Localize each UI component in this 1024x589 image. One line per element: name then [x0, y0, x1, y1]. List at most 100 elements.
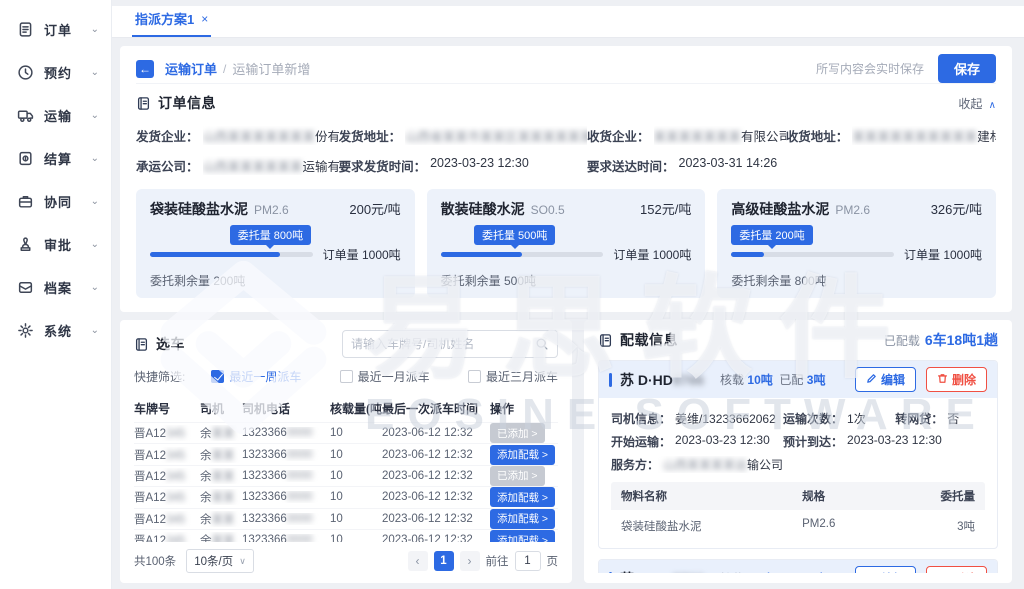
prev-page-button[interactable]: ‹: [408, 551, 428, 571]
pagination: ‹ 1 › 前往 页: [408, 551, 559, 571]
product-name: 袋装硅酸盐水泥: [150, 199, 248, 219]
entrust-badge: 委托量 500吨: [474, 225, 555, 245]
sidebar-item-system[interactable]: 系统 ⌄: [0, 309, 111, 352]
edit-button[interactable]: 编辑: [855, 367, 916, 392]
checkbox-icon[interactable]: [211, 370, 224, 383]
vehicle-search-input[interactable]: [351, 337, 535, 351]
already-added-button[interactable]: 已添加 >: [490, 423, 545, 443]
add-load-button[interactable]: 添加配载 >: [490, 509, 555, 529]
vehicle-table-header: 车牌号司机司机电话核载量(吨)最后一次派车时间操作: [134, 394, 558, 422]
load-card-0: 苏 D·HD8766 核载 10吨 已配 3吨 编辑 删除 司机信息：姜维/13…: [598, 360, 998, 549]
add-load-button[interactable]: 添加配载 >: [490, 530, 555, 542]
filter-checkbox-0[interactable]: 最近一周派车: [211, 368, 301, 385]
document-icon: [136, 96, 151, 111]
sidebar-item-booking[interactable]: 预约 ⌄: [0, 51, 111, 94]
sidebar-item-order[interactable]: 订单 ⌄: [0, 8, 111, 51]
redacted-text: 345: [166, 428, 185, 440]
page-size-select[interactable]: 10条/页 ∨: [186, 549, 254, 573]
load-card-1: 苏 D·HD8766 核载 10吨 已配 3吨 编辑 删除 司机信息：姜维/13…: [598, 559, 998, 573]
tab-close-icon[interactable]: ×: [201, 12, 208, 26]
driver-info: 司机信息：姜维/13233662062: [611, 410, 783, 427]
delete-button[interactable]: 删除: [926, 566, 987, 573]
gear-icon: [17, 322, 34, 339]
edit-button[interactable]: 编辑: [855, 566, 916, 573]
order-field-0: 发货企业： 山西某某某某某某某份有限集团: [136, 126, 339, 145]
entrust-remaining: 委托剩余量 200吨: [150, 272, 401, 289]
briefcase-icon: [17, 193, 34, 210]
order-quantity: 订单量 1000吨: [323, 246, 401, 263]
vehicle-panel-header: 选车: [134, 330, 558, 358]
net-loan: 转网贷：否: [895, 410, 985, 427]
current-page[interactable]: 1: [434, 551, 454, 571]
filter-checkbox-2[interactable]: 最近三月派车: [468, 368, 558, 385]
main-area: 指派方案1 × ← 运输订单 / 运输订单新增 所写内容会实时保存 保存 订单信…: [112, 0, 1024, 589]
capacity-cell: 10: [330, 470, 382, 482]
table-row: 晋A12345 余某某 13233660000 10 2023-06-12 12…: [134, 422, 558, 443]
entrust-remaining: 委托剩余量 800吨: [731, 272, 982, 289]
last-dispatch-cell: 2023-06-12 12:32: [382, 470, 490, 482]
breadcrumb-parent[interactable]: 运输订单: [165, 59, 217, 78]
redacted-text: 345: [166, 471, 185, 483]
progress-bar: [441, 252, 604, 257]
back-button[interactable]: ←: [136, 60, 154, 78]
document-icon: [598, 333, 613, 348]
sidebar-item-settlement[interactable]: 结算 ⌄: [0, 137, 111, 180]
table-row: 晋A12345 余某某 13233660000 10 2023-06-12 12…: [134, 465, 558, 486]
save-button[interactable]: 保存: [938, 54, 996, 83]
filter-options: 最近一周派车 最近一月派车 最近三月派车: [185, 368, 558, 385]
entrust-remaining: 委托剩余量 500吨: [441, 272, 692, 289]
accent-bar: [609, 373, 612, 387]
goto-page-input[interactable]: [515, 551, 541, 571]
vehicle-search-box[interactable]: [342, 330, 558, 358]
checkbox-icon[interactable]: [340, 370, 353, 383]
next-page-button[interactable]: ›: [460, 551, 480, 571]
service-provider: 服务方：山西某某某某运输公司: [611, 456, 783, 473]
redacted-text: 某某: [212, 514, 235, 526]
delete-button[interactable]: 删除: [926, 367, 987, 392]
redacted-text: 某某: [212, 428, 235, 440]
product-price: 200元/吨: [349, 199, 400, 218]
phone-cell: 13233660000: [242, 470, 330, 482]
tab-label: 指派方案1: [135, 9, 194, 28]
driver-cell: 余某某: [200, 532, 242, 542]
redacted-text: 某某某某某某某某某某: [852, 130, 977, 144]
add-load-button[interactable]: 添加配载 >: [490, 445, 555, 465]
redacted-text: 0000: [287, 449, 313, 461]
autosave-hint: 所写内容会实时保存: [816, 60, 924, 77]
driver-cell: 余某某: [200, 447, 242, 463]
redacted-text: 某某: [212, 535, 235, 542]
plate-cell: 晋A12345: [134, 447, 200, 463]
tab-dispatch-plan-1[interactable]: 指派方案1 ×: [132, 2, 211, 37]
redacted-text: 0000: [287, 491, 313, 503]
chevron-down-icon: ⌄: [91, 325, 99, 336]
plate-cell: 晋A12345: [134, 489, 200, 505]
product-card-1: 散装硅酸水泥 SO0.5 152元/吨 委托量 500吨 订单量 1000吨 委…: [427, 189, 706, 298]
search-icon[interactable]: [535, 337, 549, 351]
goto-unit: 页: [547, 553, 559, 569]
last-dispatch-cell: 2023-06-12 12:32: [382, 491, 490, 503]
accent-bar: [609, 572, 612, 574]
load-panel-header: 配载信息 已配载 6车18吨1趟: [598, 330, 998, 350]
sidebar-item-archive[interactable]: 档案 ⌄: [0, 266, 111, 309]
sidebar-item-transport[interactable]: 运输 ⌄: [0, 94, 111, 137]
driver-cell: 余某某: [200, 489, 242, 505]
already-added-button[interactable]: 已添加 >: [490, 466, 545, 486]
sidebar-item-approval[interactable]: 审批 ⌄: [0, 223, 111, 266]
table-row: 晋A12345 余某某 13233660000 10 2023-06-12 12…: [134, 486, 558, 507]
add-load-button[interactable]: 添加配载 >: [490, 487, 555, 507]
driver-cell: 余某某: [200, 468, 242, 484]
capacity-info: 核载 10吨 已配 3吨: [720, 371, 825, 388]
capacity-cell: 10: [330, 534, 382, 542]
checkbox-icon[interactable]: [468, 370, 481, 383]
filter-checkbox-1[interactable]: 最近一月派车: [340, 368, 430, 385]
mail-icon: [17, 279, 34, 296]
sidebar-item-collaboration[interactable]: 协同 ⌄: [0, 180, 111, 223]
vehicle-panel-title: 选车: [156, 334, 185, 354]
sidebar: 订单 ⌄ 预约 ⌄ 运输 ⌄ 结算 ⌄ 协同 ⌄ 审批 ⌄ 档案 ⌄ 系统 ⌄: [0, 0, 112, 589]
column-header: 司机电话: [242, 400, 330, 417]
pencil-icon: [866, 572, 877, 574]
collapse-toggle[interactable]: 收起 ∧: [958, 95, 996, 112]
clock-icon: [17, 64, 34, 81]
phone-cell: 13233660000: [242, 491, 330, 503]
order-field-3: 收货地址： 某某某某某某某某某某建材大厦: [786, 126, 996, 145]
